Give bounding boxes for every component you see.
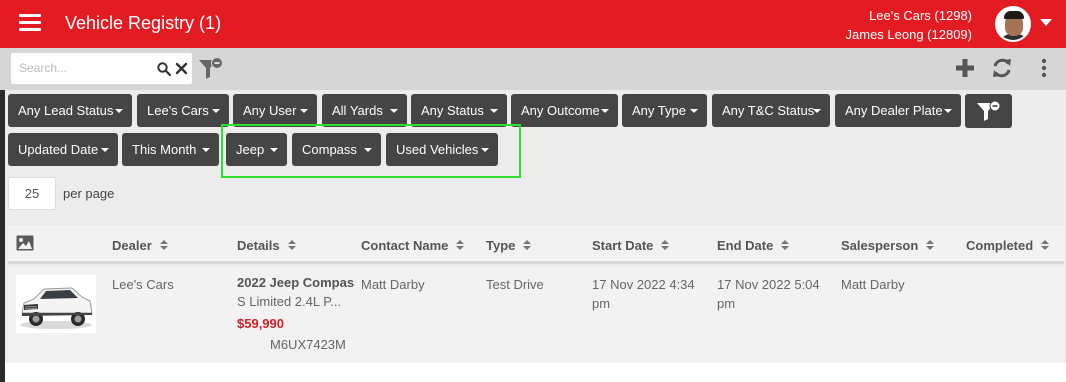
sort-icon (287, 240, 296, 251)
contact-name-cell: Matt Darby (361, 277, 425, 292)
filter-lead-status[interactable]: Any Lead Status (8, 94, 132, 127)
user-menu-caret-icon[interactable] (1040, 19, 1052, 26)
dropdown-caret-icon (813, 109, 821, 113)
dropdown-caret-icon (115, 109, 123, 113)
clear-filters-button[interactable] (965, 94, 1012, 128)
refresh-icon[interactable] (991, 57, 1013, 79)
content-background (5, 363, 1066, 382)
sort-icon (926, 240, 935, 251)
hamburger-menu-icon[interactable] (19, 14, 41, 32)
table-row[interactable]: Lee's Cars 2022 Jeep Compass S Limited 2… (8, 267, 1064, 363)
filter-date-range[interactable]: This Month (122, 133, 219, 166)
vehicle-price: $59,990 (237, 316, 284, 331)
column-header-end-date[interactable]: End Date (717, 238, 790, 253)
column-header-start-date[interactable]: Start Date (592, 238, 670, 253)
left-edge-bar (0, 48, 5, 382)
dropdown-caret-icon (481, 148, 489, 152)
sort-icon (456, 240, 465, 251)
dropdown-caret-icon (490, 109, 498, 113)
dropdown-caret-icon (202, 148, 210, 152)
vehicle-title[interactable]: 2022 Jeep Compass (237, 275, 355, 290)
filter-status[interactable]: Any Status (411, 94, 507, 127)
column-header-type[interactable]: Type (486, 238, 532, 253)
filter-date-field[interactable]: Updated Date (8, 133, 118, 166)
column-header-dealer[interactable]: Dealer (112, 238, 168, 253)
type-cell: Test Drive (486, 277, 544, 292)
filter-make[interactable]: Jeep (226, 133, 287, 166)
dropdown-caret-icon (212, 109, 220, 113)
dropdown-caret-icon (101, 148, 109, 152)
filter-yard[interactable]: All Yards (322, 94, 407, 127)
filter-outcome[interactable]: Any Outcome (511, 94, 618, 127)
dropdown-caret-icon (944, 109, 952, 113)
app-header: Vehicle Registry (1) Lee's Cars (1298) J… (0, 0, 1066, 48)
sort-icon (159, 240, 168, 251)
account-info[interactable]: Lee's Cars (1298) James Leong (12809) (846, 6, 972, 44)
dropdown-caret-icon (690, 109, 698, 113)
filter-clear-icon[interactable] (198, 57, 224, 81)
user-account-label: James Leong (12809) (845, 27, 972, 42)
dropdown-caret-icon (300, 109, 308, 113)
filter-dealer-plate[interactable]: Any Dealer Plate (835, 94, 961, 127)
start-date-cell: 17 Nov 2022 4:34 pm (592, 277, 695, 311)
dealer-cell: Lee's Cars (112, 277, 174, 292)
dealer-account-label: Lee's Cars (1298) (869, 8, 972, 23)
filter-model[interactable]: Compass (292, 133, 381, 166)
search-icon[interactable] (157, 62, 171, 76)
column-header-completed[interactable]: Completed (966, 238, 1050, 253)
vehicle-rego: M6UX7423M (270, 337, 346, 352)
search-box (11, 53, 192, 84)
filter-user[interactable]: Any User (233, 94, 317, 127)
vehicle-thumbnail (16, 275, 96, 333)
column-header-salesperson[interactable]: Salesperson (841, 238, 935, 253)
table-header: Dealer Details Contact Name Type Start D… (8, 225, 1064, 264)
filter-clear-icon (977, 100, 1001, 121)
dropdown-caret-icon (601, 109, 609, 113)
per-page-label: per page (63, 186, 115, 201)
filter-vehicle-condition[interactable]: Used Vehicles (386, 133, 498, 166)
add-icon[interactable] (955, 58, 975, 78)
sort-icon (523, 240, 532, 251)
more-vert-icon[interactable] (1037, 58, 1051, 78)
image-icon (16, 235, 34, 251)
avatar[interactable] (995, 6, 1031, 42)
dropdown-caret-icon (364, 148, 372, 152)
filter-dealer[interactable]: Lee's Cars (137, 94, 229, 127)
filter-type[interactable]: Any Type (622, 94, 707, 127)
clear-icon[interactable] (175, 62, 188, 75)
column-header-details[interactable]: Details (237, 238, 296, 253)
search-toolbar (0, 48, 1066, 90)
filter-tc-status[interactable]: Any T&C Status (712, 94, 830, 127)
dropdown-caret-icon (270, 148, 278, 152)
sort-icon (661, 240, 670, 251)
sort-icon (1041, 240, 1050, 251)
salesperson-cell: Matt Darby (841, 277, 905, 292)
page-title: Vehicle Registry (1) (65, 13, 222, 33)
sort-icon (781, 240, 790, 251)
per-page-input[interactable] (8, 177, 56, 210)
column-header-contact-name[interactable]: Contact Name (361, 238, 465, 253)
end-date-cell: 17 Nov 2022 5:04 pm (717, 277, 820, 311)
search-input[interactable] (19, 59, 149, 77)
dropdown-caret-icon (390, 109, 398, 113)
vehicle-variant: S Limited 2.4L P... (237, 294, 342, 309)
